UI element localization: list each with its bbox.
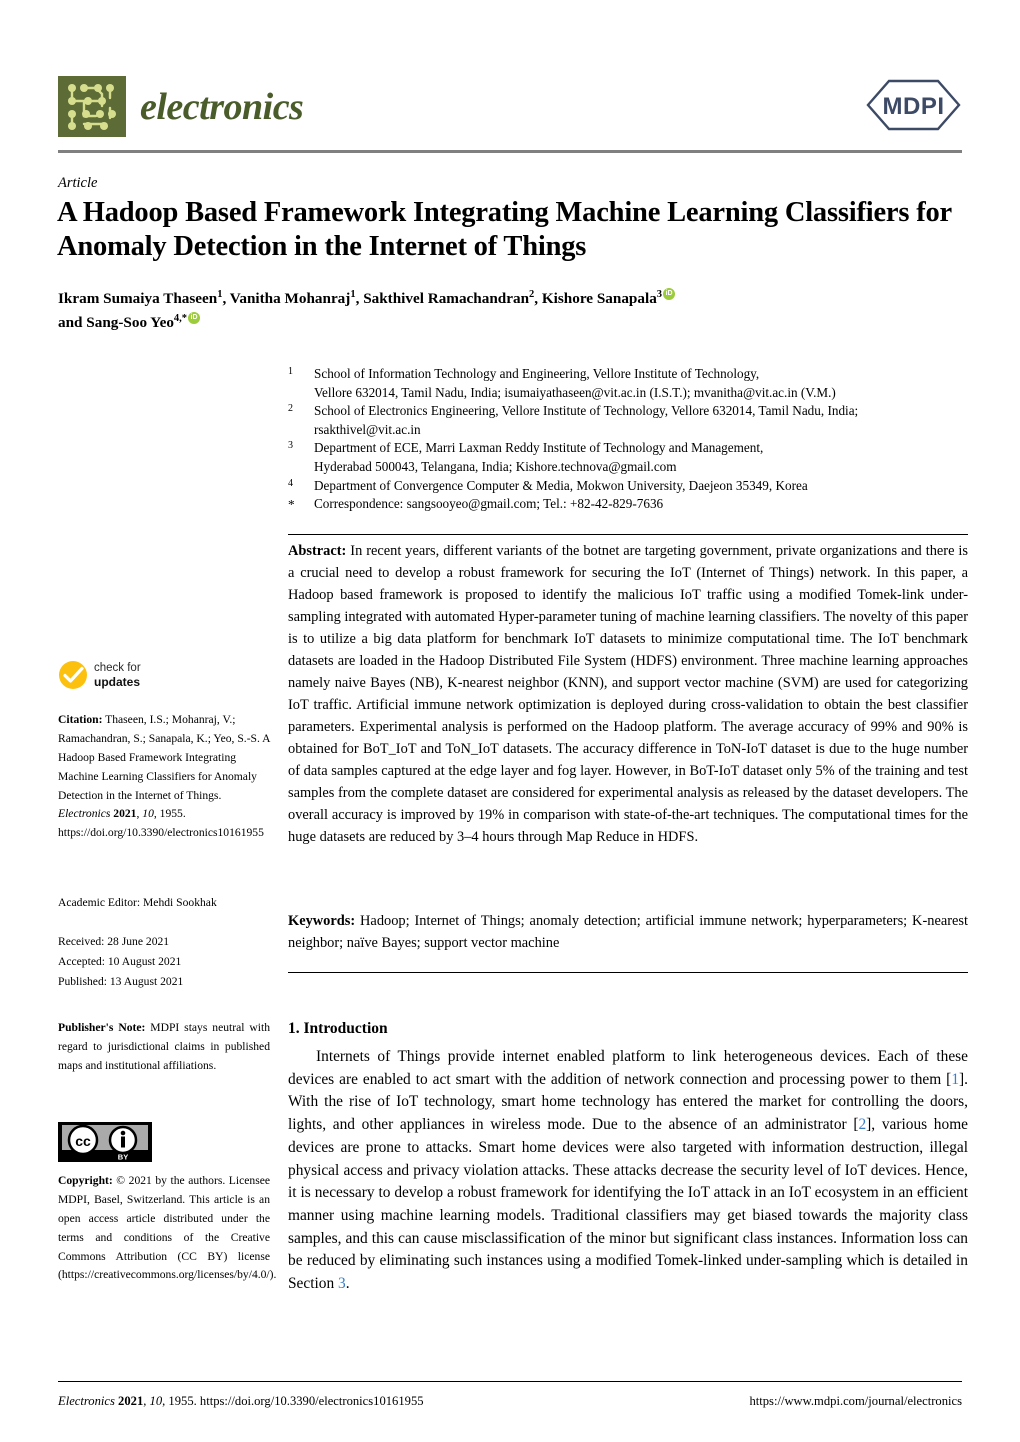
author-affiliation-marker: 3 [656,289,663,300]
author-name: Vanitha Mohanraj [229,290,351,308]
affiliation-line: Correspondence: sangsooyeo@gmail.com; Te… [314,496,664,512]
section-heading-introduction: 1. Introduction [288,1020,388,1037]
affiliation-text: Department of ECE, Marri Laxman Reddy In… [314,439,968,476]
affiliation-item: 4 Department of Convergence Computer & M… [288,477,968,496]
copyright-block: Copyright: © 2021 by the authors. Licens… [58,1172,276,1285]
footer-citation: Electronics 2021, 10, 1955. https://doi.… [58,1394,424,1408]
abstract-section: Abstract: In recent years, different var… [288,541,968,849]
section-ref-3[interactable]: 3 [338,1275,346,1292]
affiliation-item: * Correspondence: sangsooyeo@gmail.com; … [288,495,968,515]
affiliation-item: 3 Department of ECE, Marri Laxman Reddy … [288,439,968,476]
affiliation-line: Department of ECE, Marri Laxman Reddy In… [314,440,764,456]
accepted-date: Accepted: 10 August 2021 [58,954,182,968]
journal-logo[interactable]: electronics [58,76,304,137]
masthead: electronics MDPI [58,74,962,146]
checkmark-circle-icon [58,660,88,690]
affiliation-item: 1 School of Information Technology and E… [288,365,968,402]
citation-block: Citation: Thaseen, I.S.; Mohanraj, V.; R… [58,713,270,840]
publisher-note-label: Publisher's Note: [58,1021,146,1034]
affiliation-marker: 1 [288,366,293,377]
article-type-label: Article [58,175,98,191]
footer-volume: 10 [149,1394,163,1408]
author-affiliation-marker: 4,* [173,312,188,324]
check-for-updates-line2: updates [94,675,141,690]
keywords-label: Keywords: [288,913,356,929]
affiliation-line: rsakthivel@vit.ac.in [314,421,421,437]
check-for-updates-text: check for updates [94,661,141,690]
author-name: Sakthivel Ramachandran [363,290,530,308]
affiliation-line: Hyderabad 500043, Telangana, India; Kish… [314,459,677,475]
header-divider [58,150,962,153]
author-affiliation-marker: 1 [350,289,356,300]
citation-authors: Thaseen, I.S.; Mohanraj, V.; Ramachandra… [58,713,270,802]
affiliation-marker: * [288,497,295,513]
publication-dates: Received: 28 June 2021 Accepted: 10 Augu… [58,932,270,992]
mdpi-logo-icon[interactable]: MDPI [865,78,962,132]
intro-part-4: . [345,1275,350,1293]
svg-text:BY: BY [118,1153,128,1162]
orcid-icon[interactable] [188,311,201,324]
svg-text:MDPI: MDPI [883,93,945,120]
paper-page: electronics MDPI Article A Hadoop Based … [0,0,1020,1442]
intro-part-3: ], various home devices are prone to att… [288,1116,969,1293]
keywords-text: Hadoop; Internet of Things; anomaly dete… [288,913,968,951]
footer-journal-url[interactable]: https://www.mdpi.com/journal/electronics [749,1394,962,1409]
affiliation-text: School of Electronics Engineering, Vello… [314,402,968,439]
footer-rest: , 1955. https://doi.org/10.3390/electron… [162,1394,424,1408]
author-name: Ikram Sumaiya Thaseen [58,290,218,308]
author-affiliation-marker: 1 [217,289,223,300]
citation-year: 2021 [113,807,137,821]
affiliation-text: Correspondence: sangsooyeo@gmail.com; Te… [314,495,968,515]
author-name: Sang-Soo Yeo [86,313,174,331]
author-affiliation-marker: 2 [529,289,535,300]
circuit-board-icon [58,76,126,137]
published-date: Published: 13 August 2021 [58,974,184,988]
author-name: Kishore Sanapala [541,290,657,308]
affiliations-list: 1 School of Information Technology and E… [288,365,968,515]
affiliation-line: Vellore 632014, Tamil Nadu, India; isuma… [314,384,836,400]
abstract-top-divider [288,534,968,535]
citation-journal: Electronics [58,807,111,821]
footer-journal: Electronics [58,1394,115,1408]
intro-part-1: Internets of Things provide internet ena… [288,1048,968,1088]
affiliation-line: Department of Convergence Computer & Med… [314,477,808,493]
orcid-icon[interactable] [663,288,676,301]
footer-divider [58,1381,962,1382]
keywords-section: Keywords: Hadoop; Internet of Things; an… [288,911,968,955]
copyright-label: Copyright: [58,1174,113,1187]
abstract-label: Abstract: [288,543,347,559]
introduction-body: Internets of Things provide internet ena… [288,1046,968,1296]
abstract-text: In recent years, different variants of t… [288,543,968,845]
received-date: Received: 28 June 2021 [58,935,170,948]
journal-name: electronics [140,85,304,128]
footer-year: 2021 [118,1394,144,1408]
academic-editor: Academic Editor: Mehdi Sookhak [58,896,217,909]
affiliation-line: School of Electronics Engineering, Vello… [314,403,859,419]
publisher-note: Publisher's Note: MDPI stays neutral wit… [58,1019,270,1076]
creative-commons-license-icon[interactable]: cc BY [58,1122,152,1162]
citation-volume: 10 [142,807,154,821]
check-for-updates-badge[interactable]: check for updates [58,660,188,692]
affiliation-item: 2 School of Electronics Engineering, Vel… [288,402,968,439]
svg-text:cc: cc [75,1133,91,1149]
author-list: Ikram Sumaiya Thaseen1, Vanitha Mohanraj… [58,287,958,334]
check-for-updates-line1: check for [94,662,141,674]
citation-ref-1[interactable]: 1 [951,1071,959,1088]
copyright-text: © 2021 by the authors. Licensee MDPI, Ba… [58,1174,277,1282]
citation-label: Citation: [58,713,103,726]
affiliation-line: School of Information Technology and Eng… [314,366,760,381]
keywords-bottom-divider [288,972,968,973]
affiliation-text: School of Information Technology and Eng… [314,365,968,402]
affiliation-marker: 3 [288,440,293,452]
author-list-conjunction: and [58,313,83,331]
affiliation-text: Department of Convergence Computer & Med… [314,477,968,496]
page-title: A Hadoop Based Framework Integrating Mac… [57,197,952,262]
affiliation-marker: 2 [288,403,293,415]
affiliation-marker: 4 [288,477,293,489]
